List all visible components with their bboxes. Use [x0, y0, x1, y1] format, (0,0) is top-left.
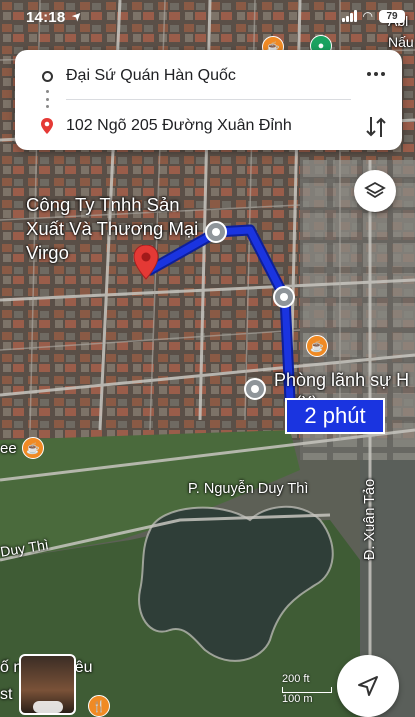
- red-pin-icon[interactable]: [133, 245, 159, 281]
- status-icons: ◠ 79: [341, 9, 405, 23]
- layers-button[interactable]: [354, 170, 396, 212]
- street-view-badge-icon: [33, 701, 63, 713]
- scale-m: 100 m: [282, 693, 313, 705]
- street-label-nguyen-duy-thi: P. Nguyễn Duy Thì: [188, 481, 309, 497]
- scale-line: [282, 687, 332, 693]
- company-label: Công Ty Tnhh Sản Xuất Và Thương Mại Virg…: [26, 194, 199, 263]
- restaurant-poi-icon[interactable]: 🍴: [88, 695, 110, 717]
- status-bar: 14:18 ➤ ◠ 79: [0, 0, 415, 34]
- signal-icon: [341, 10, 357, 22]
- origin-dot-icon: [42, 70, 53, 82]
- divider: [66, 99, 351, 100]
- route-card: Đại Sứ Quán Hàn Quốc 102 Ngõ 205 Đường X…: [15, 50, 402, 150]
- cafe-label: ee: [0, 440, 17, 457]
- more-options-button[interactable]: [364, 62, 388, 86]
- location-arrow-icon: ➤: [68, 7, 86, 25]
- layers-icon: [364, 181, 386, 199]
- destination-text: 102 Ngõ 205 Đường Xuân Đỉnh: [66, 117, 292, 134]
- scale-ft: 200 ft: [282, 673, 310, 685]
- cafe-poi-icon[interactable]: ☕: [306, 335, 328, 357]
- wifi-icon: ◠: [362, 9, 373, 23]
- battery-icon: 79: [379, 9, 405, 23]
- navigation-arrow-icon: [358, 676, 378, 696]
- street-label-xuan-tao: Đ. Xuân Tảo: [362, 478, 378, 560]
- waypoint-icon[interactable]: [273, 286, 295, 308]
- origin-field[interactable]: Đại Sứ Quán Hàn Quốc: [15, 56, 345, 96]
- my-location-button[interactable]: [337, 655, 399, 717]
- map-scale: 200 ft 100 m: [282, 673, 332, 705]
- consulate-label: Phòng lãnh sự H: [274, 370, 410, 390]
- waypoint-icon[interactable]: [205, 221, 227, 243]
- origin-text: Đại Sứ Quán Hàn Quốc: [66, 67, 236, 84]
- top-right-label-2: Nấu: [388, 34, 414, 50]
- swap-vertical-icon[interactable]: [364, 114, 388, 140]
- street-view-thumbnail[interactable]: [19, 654, 76, 715]
- destination-field[interactable]: 102 Ngõ 205 Đường Xuân Đỉnh: [15, 106, 345, 146]
- waypoint-icon[interactable]: [244, 378, 266, 400]
- cafe-poi-icon[interactable]: ☕: [22, 437, 44, 459]
- bottom-street-label-2: st: [0, 686, 13, 703]
- destination-pin-icon: [41, 118, 53, 134]
- status-time: 14:18: [26, 9, 66, 26]
- duration-badge[interactable]: 2 phút: [285, 398, 385, 434]
